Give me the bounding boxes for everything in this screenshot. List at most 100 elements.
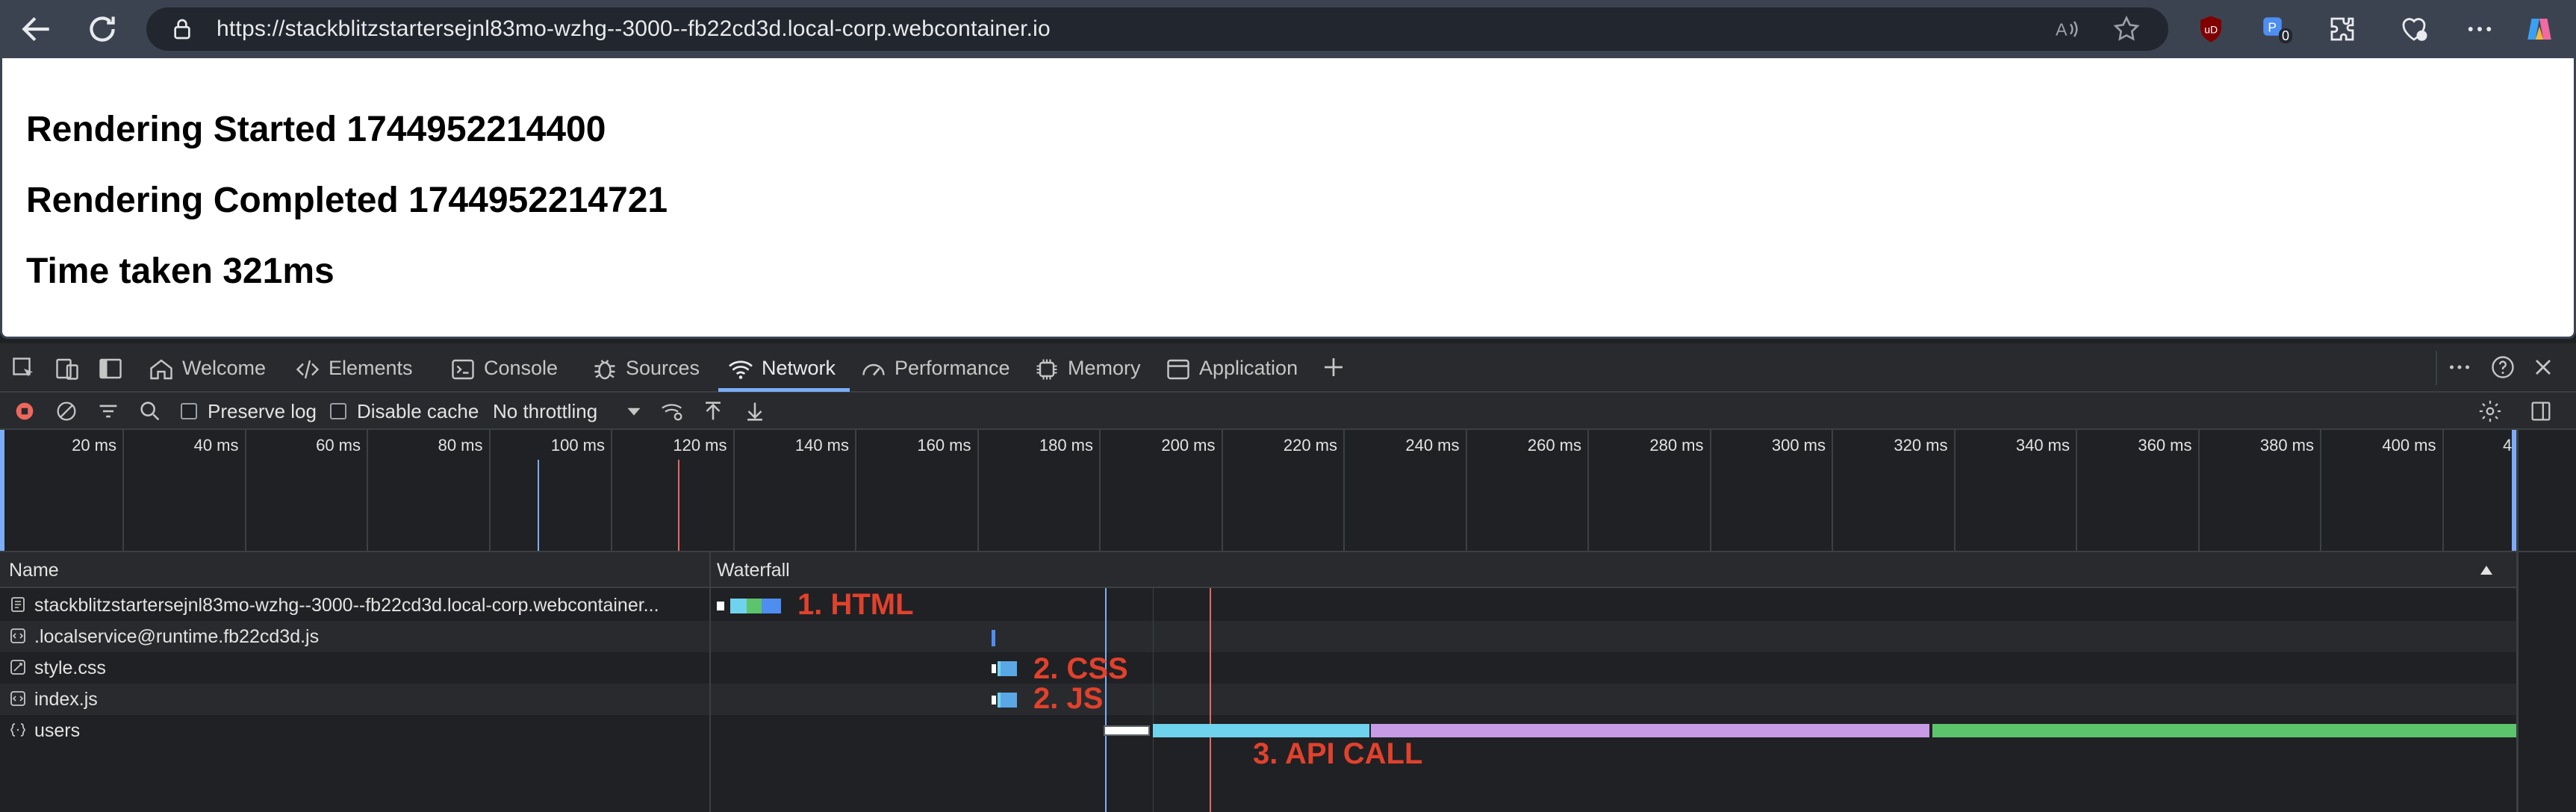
bug-icon	[594, 360, 615, 380]
svg-text:P: P	[2268, 20, 2277, 35]
devtools-tab-strip: Welcome Elements Console Sources Network…	[0, 343, 2576, 393]
read-aloud-icon[interactable]: A	[2052, 14, 2082, 44]
tab-sources[interactable]: Sources	[591, 343, 700, 391]
request-name-document: stackblitzstartersejnl83mo-wzhg--3000--f…	[9, 590, 703, 621]
preserve-log-label[interactable]: Preserve log	[208, 393, 317, 430]
import-har-icon[interactable]	[700, 399, 726, 424]
request-name-text: users	[34, 720, 81, 741]
sort-ascending-icon[interactable]	[2477, 561, 2495, 579]
column-header-waterfall[interactable]: Waterfall	[717, 552, 790, 588]
table-row[interactable]: index.js	[0, 684, 2518, 715]
more-menu-icon[interactable]	[2464, 13, 2495, 45]
overview-grid-line	[1099, 430, 1101, 551]
close-devtools-button[interactable]	[2530, 354, 2557, 381]
overview-grid-line	[1465, 430, 1467, 551]
overview-grid-line	[122, 430, 124, 551]
chip-icon	[1036, 359, 1057, 380]
dock-panel-icon[interactable]	[2528, 399, 2554, 424]
browser-toolbar: https://stackblitzstartersejnl83mo-wzhg-…	[0, 0, 2576, 58]
overview-grid-line	[488, 430, 491, 551]
chevron-down-icon[interactable]	[621, 399, 647, 424]
waterfall-css-download	[1001, 661, 1017, 676]
overview-tick-label: 140 ms	[794, 436, 849, 455]
record-stop-icon[interactable]	[12, 399, 37, 424]
request-name-text: index.js	[34, 689, 98, 710]
extension-badge-count: 0	[2279, 28, 2293, 43]
svg-text:uD: uD	[2204, 23, 2218, 35]
network-settings-gear-icon[interactable]	[2477, 399, 2503, 424]
help-button[interactable]	[2489, 354, 2516, 381]
request-name-index: index.js	[9, 684, 703, 715]
tab-sources-label: Sources	[626, 357, 700, 379]
table-row[interactable]: stackblitzstartersejnl83mo-wzhg--3000--f…	[0, 590, 2518, 621]
back-button[interactable]	[18, 10, 55, 48]
add-tab-button[interactable]	[1320, 354, 1347, 381]
refresh-icon	[90, 16, 115, 42]
table-row[interactable]: style.css	[0, 652, 2518, 684]
overview-tick-label: 4	[2503, 436, 2513, 455]
table-row[interactable]: .localservice@runtime.fb22cd3d.js	[0, 621, 2518, 652]
overview-tick-label: 200 ms	[1161, 436, 1216, 455]
waterfall-html-queue	[717, 602, 724, 610]
refresh-button[interactable]	[84, 10, 121, 48]
network-overview-timeline[interactable]: 20 ms 40 ms 60 ms 80 ms 100 ms 120 ms 140 ms 16…	[0, 430, 2576, 563]
waterfall-dom-content-loaded-line	[1105, 588, 1107, 812]
page-content: Rendering Started 1744952214400 Renderin…	[0, 58, 2576, 339]
disable-cache-checkbox[interactable]	[330, 403, 346, 419]
column-divider[interactable]	[709, 552, 711, 812]
network-conditions-icon[interactable]	[660, 399, 685, 424]
disable-cache-label[interactable]: Disable cache	[357, 393, 479, 430]
overview-grid-line	[1343, 430, 1345, 551]
overview-tick-label: 120 ms	[673, 436, 727, 455]
tab-network[interactable]: Network	[727, 343, 836, 391]
overview-grid-line	[1709, 430, 1711, 551]
column-header-name[interactable]: Name	[9, 552, 59, 588]
overview-tick-label: 400 ms	[2382, 436, 2436, 455]
address-bar[interactable]: https://stackblitzstartersejnl83mo-wzhg-…	[146, 7, 2168, 51]
tab-application[interactable]: Application	[1165, 343, 1298, 391]
extension-badge-icon[interactable]: P 0	[2259, 13, 2293, 45]
active-tab-indicator	[718, 388, 850, 392]
url-text[interactable]: https://stackblitzstartersejnl83mo-wzhg-…	[217, 7, 1051, 51]
tab-elements[interactable]: Elements	[294, 343, 413, 391]
overview-grid-line	[611, 430, 612, 551]
dock-side-icon[interactable]	[97, 355, 124, 382]
overview-tick-label: 340 ms	[2015, 436, 2070, 455]
waterfall-api-queue	[1104, 725, 1150, 736]
tab-console[interactable]: Console	[449, 343, 558, 391]
copilot-icon[interactable]	[2524, 13, 2555, 45]
requests-table-header: Name Waterfall	[0, 552, 2518, 588]
request-name-text: style.css	[34, 658, 106, 678]
overview-grid-line	[855, 430, 856, 551]
waterfall-js-queue	[992, 696, 996, 705]
throttling-select[interactable]: No throttling	[493, 393, 597, 430]
more-tools-button[interactable]	[2446, 354, 2473, 381]
overview-grid-line	[1953, 430, 1956, 551]
overview-tick-label: 100 ms	[550, 436, 605, 455]
waterfall-html-download	[762, 599, 781, 613]
preserve-log-checkbox[interactable]	[181, 403, 197, 419]
ublock-extension-icon[interactable]: uD	[2195, 13, 2227, 45]
plus-icon	[1325, 358, 1343, 376]
device-emulation-icon[interactable]	[54, 355, 81, 382]
tab-performance[interactable]: Performance	[860, 343, 1010, 391]
annotation-js: 2. JS	[1033, 682, 1104, 715]
tab-console-label: Console	[484, 357, 559, 379]
panel-right-edge	[2516, 430, 2519, 812]
clear-icon[interactable]	[54, 399, 79, 424]
extensions-puzzle-icon[interactable]	[2327, 13, 2358, 45]
export-har-icon[interactable]	[742, 399, 768, 424]
inspect-element-icon[interactable]	[10, 355, 37, 382]
tab-elements-label: Elements	[329, 357, 413, 379]
search-icon[interactable]	[137, 399, 163, 424]
window-icon	[1167, 359, 1189, 380]
filter-icon[interactable]	[96, 399, 121, 424]
waterfall-load-line	[1210, 588, 1211, 812]
favorite-star-icon[interactable]	[2112, 14, 2141, 44]
browser-health-icon[interactable]	[2398, 13, 2430, 45]
overview-grid-line	[2320, 430, 2321, 551]
tab-memory[interactable]: Memory	[1033, 343, 1141, 391]
document-icon	[11, 597, 25, 613]
tab-welcome[interactable]: Welcome	[148, 343, 266, 391]
overview-grid-line	[977, 430, 979, 551]
